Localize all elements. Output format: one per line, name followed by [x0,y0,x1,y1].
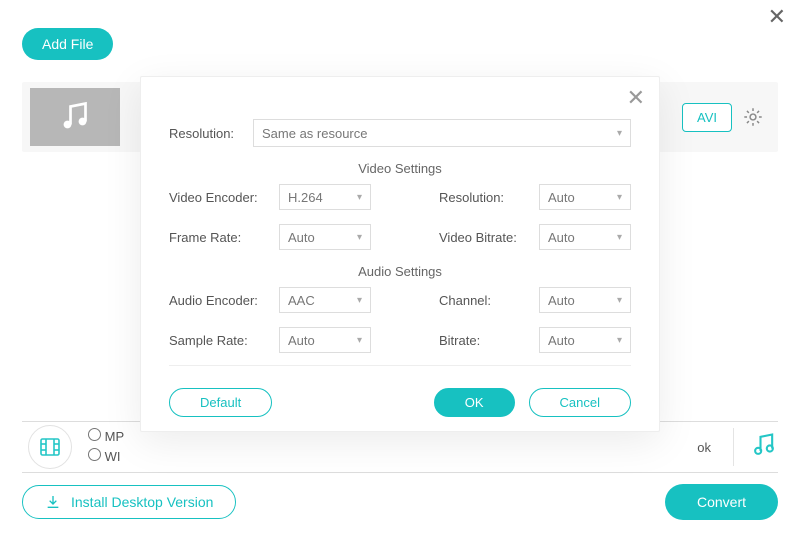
audio-encoder-label: Audio Encoder: [169,293,279,308]
audio-encoder-select[interactable]: AAC ▾ [279,287,371,313]
frame-rate-label: Frame Rate: [169,230,279,245]
video-encoder-label: Video Encoder: [169,190,279,205]
radio-option-2[interactable]: WI [88,447,124,467]
frame-rate-value: Auto [288,230,315,245]
gear-icon[interactable] [742,106,764,128]
radio-option-1[interactable]: MP [88,427,124,447]
chevron-down-icon: ▾ [617,232,622,243]
divider [169,365,631,366]
file-thumbnail [30,88,120,146]
bottom-right-text: ok [697,440,717,455]
audio-settings-title: Audio Settings [169,264,631,279]
chevron-down-icon: ▾ [357,192,362,203]
channel-value: Auto [548,293,575,308]
video-resolution-label: Resolution: [439,190,539,205]
footer-bar: Install Desktop Version Convert [22,481,778,523]
install-desktop-button[interactable]: Install Desktop Version [22,485,236,519]
audio-bitrate-select[interactable]: Auto ▾ [539,327,631,353]
add-file-button[interactable]: Add File [22,28,113,60]
audio-bitrate-label: Bitrate: [439,333,539,348]
channel-label: Channel: [439,293,539,308]
output-format-button[interactable]: AVI [682,103,732,132]
video-encoder-select[interactable]: H.264 ▾ [279,184,371,210]
chevron-down-icon: ▾ [357,232,362,243]
default-button[interactable]: Default [169,388,272,417]
radio1-label: MP [105,429,125,444]
video-bitrate-value: Auto [548,230,575,245]
chevron-down-icon: ▾ [617,128,622,139]
chevron-down-icon: ▾ [357,295,362,306]
video-icon[interactable] [28,425,72,469]
cancel-button[interactable]: Cancel [529,388,631,417]
download-icon [45,494,61,510]
audio-icon[interactable] [750,431,778,464]
video-resolution-value: Auto [548,190,575,205]
chevron-down-icon: ▾ [617,335,622,346]
frame-rate-select[interactable]: Auto ▾ [279,224,371,250]
chevron-down-icon: ▾ [617,295,622,306]
video-bitrate-select[interactable]: Auto ▾ [539,224,631,250]
sample-rate-select[interactable]: Auto ▾ [279,327,371,353]
sample-rate-label: Sample Rate: [169,333,279,348]
radio2-label: WI [105,449,121,464]
audio-bitrate-value: Auto [548,333,575,348]
video-settings-title: Video Settings [169,161,631,176]
divider [733,428,734,466]
ok-button[interactable]: OK [434,388,515,417]
settings-modal: ✕ Resolution: Same as resource ▾ Video S… [140,76,660,432]
sample-rate-value: Auto [288,333,315,348]
video-encoder-value: H.264 [288,190,323,205]
video-bitrate-label: Video Bitrate: [439,230,539,245]
channel-select[interactable]: Auto ▾ [539,287,631,313]
resolution-select[interactable]: Same as resource ▾ [253,119,631,147]
install-label: Install Desktop Version [71,494,213,510]
convert-button[interactable]: Convert [665,484,778,520]
resolution-value: Same as resource [262,126,368,141]
close-icon[interactable]: ✕ [768,6,786,28]
music-note-icon [57,99,93,135]
chevron-down-icon: ▾ [617,192,622,203]
resolution-label: Resolution: [169,126,253,141]
chevron-down-icon: ▾ [357,335,362,346]
audio-encoder-value: AAC [288,293,315,308]
modal-close-icon[interactable]: ✕ [627,87,645,109]
video-resolution-select[interactable]: Auto ▾ [539,184,631,210]
